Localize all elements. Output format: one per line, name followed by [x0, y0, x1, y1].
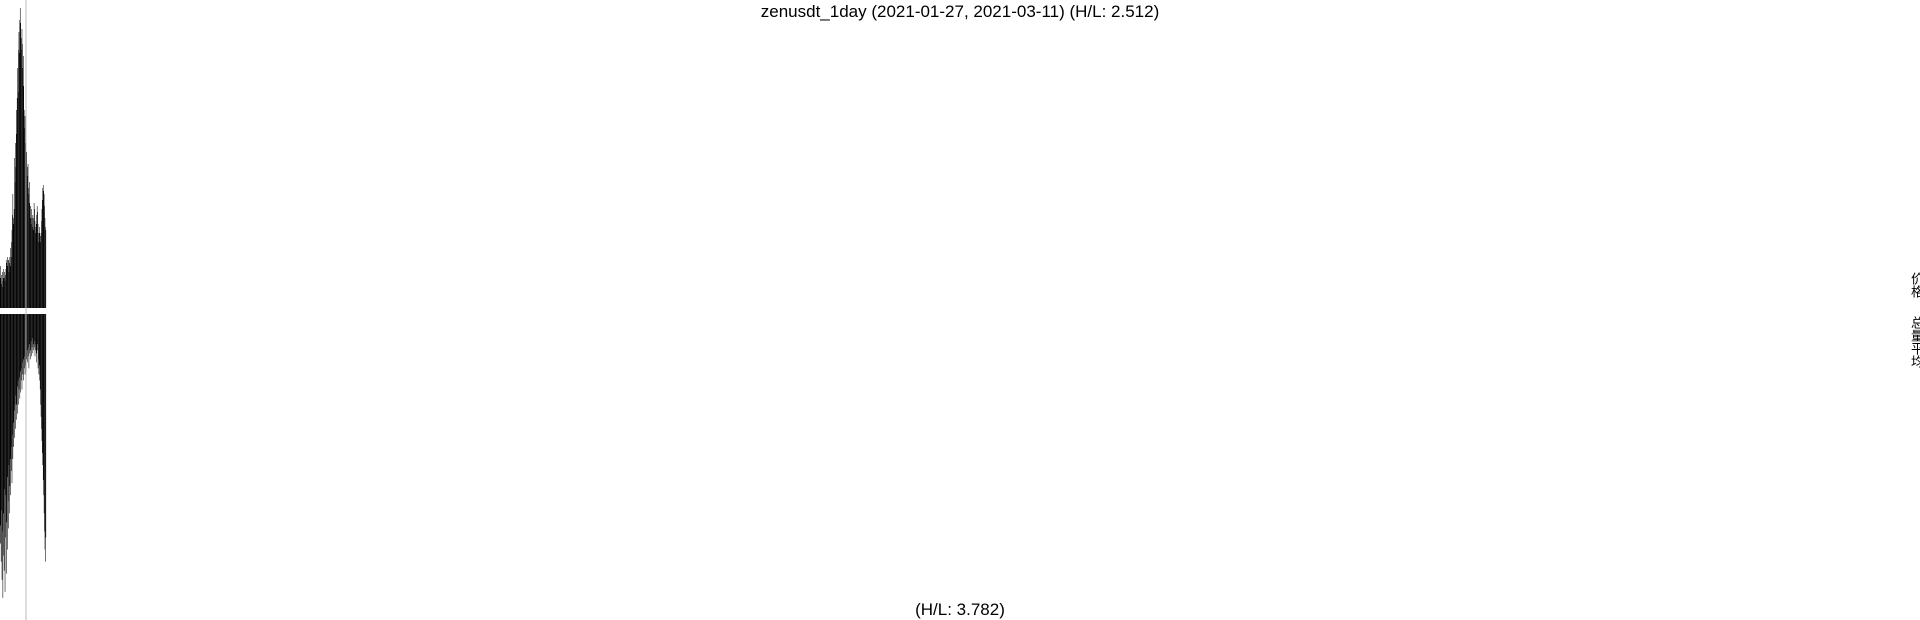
price-bar: [45, 230, 47, 308]
price-bar-series: [0, 8, 47, 308]
volume-bar-series: [0, 314, 47, 598]
volume-bar: [45, 314, 47, 538]
legend-avg-volume-label: 总量平均: [1908, 316, 1920, 368]
chart-area: [0, 0, 47, 620]
legend-price-label: 价格: [1908, 272, 1920, 298]
chart-subtitle: (H/L: 3.782): [915, 600, 1005, 619]
